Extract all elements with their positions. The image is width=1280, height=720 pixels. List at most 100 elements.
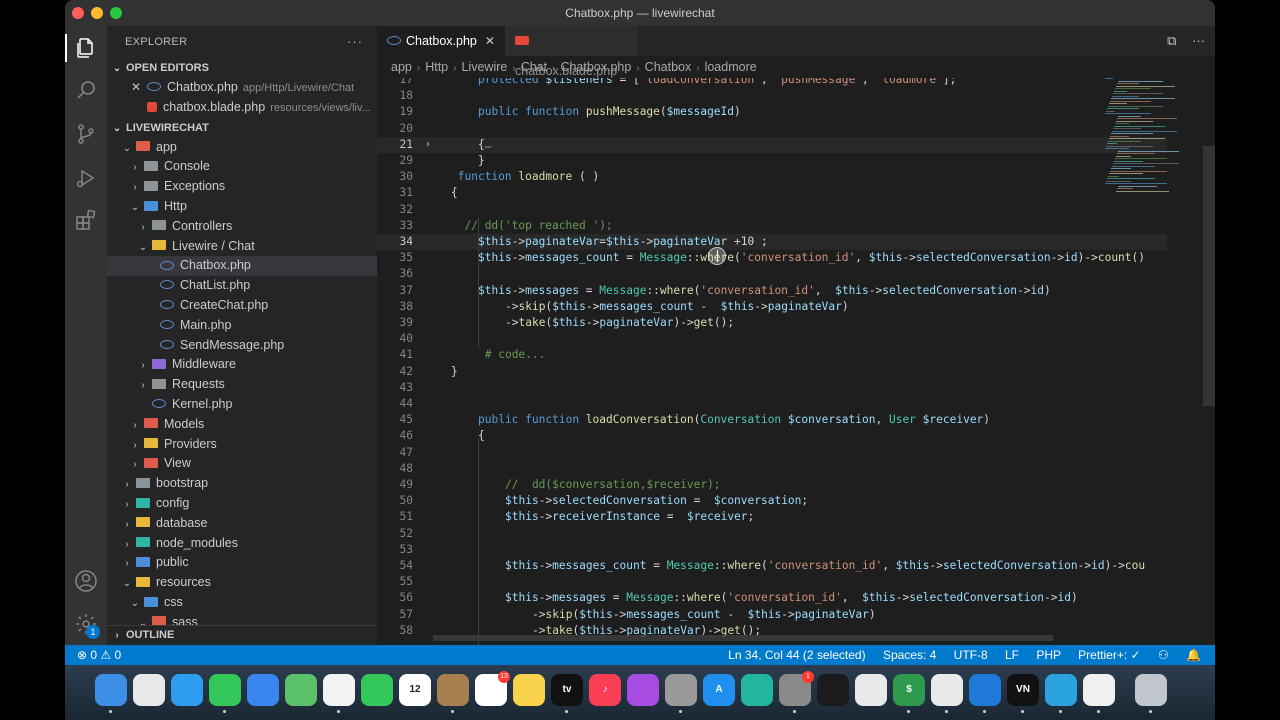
system-settings-icon[interactable]: 1 [779, 671, 814, 706]
minimap[interactable] [1105, 78, 1201, 198]
code-line[interactable]: 20 [377, 121, 1167, 137]
calendar-icon[interactable]: 12 [399, 674, 431, 706]
tree-item[interactable]: › bootstrap [107, 474, 377, 494]
cursor-position[interactable]: Ln 34, Col 44 (2 selected) [728, 648, 865, 662]
code-line[interactable]: 46 { [377, 428, 1167, 444]
tree-item[interactable]: ⌄ css [107, 593, 377, 613]
code-line[interactable]: 42} [377, 364, 1167, 380]
open-editor-item[interactable]: ✕ Chatbox.php app/Http/Livewire/Chat [107, 78, 377, 98]
code-line[interactable]: 36 [377, 266, 1167, 282]
tree-item[interactable]: ChatList.php [107, 276, 377, 296]
trash-icon[interactable] [1135, 674, 1167, 706]
outline-section[interactable]: › OUTLINE [107, 625, 377, 645]
preview-icon[interactable] [1083, 674, 1115, 706]
code-line[interactable]: 54 $this->messages_count = Message::where… [377, 558, 1167, 574]
code-line[interactable]: 44 [377, 396, 1167, 412]
launchpad-icon[interactable] [133, 674, 165, 706]
tree-item[interactable]: › config [107, 494, 377, 514]
tree-item[interactable]: › node_modules [107, 534, 377, 554]
tree-item[interactable]: ⌄ resources [107, 573, 377, 593]
fold-chevron-icon[interactable]: › [425, 137, 431, 153]
telegram-icon[interactable] [1045, 674, 1077, 706]
minimize-window-button[interactable] [91, 7, 103, 19]
tree-item[interactable]: › View [107, 454, 377, 474]
tree-item[interactable]: › Middleware [107, 355, 377, 375]
facetime-icon[interactable] [361, 674, 393, 706]
explorer-icon[interactable] [74, 36, 98, 60]
code-line[interactable]: 21 › {… [377, 136, 1167, 153]
code-line[interactable]: 30 function loadmore ( ) [377, 169, 1167, 185]
tree-item[interactable]: › Models [107, 415, 377, 435]
database-icon[interactable] [665, 674, 697, 706]
mail-icon[interactable] [247, 674, 279, 706]
tree-item[interactable]: › public [107, 553, 377, 573]
code-line[interactable]: 19 public function pushMessage($messageId… [377, 104, 1167, 120]
breadcrumb-item[interactable]: Chatbox [645, 60, 692, 74]
search-icon[interactable] [74, 78, 98, 102]
tree-item[interactable]: Main.php [107, 316, 377, 336]
encoding-status[interactable]: UTF-8 [954, 648, 988, 662]
eol-status[interactable]: LF [1005, 648, 1019, 662]
tab-chatbox-php[interactable]: Chatbox.php ✕ [377, 26, 505, 56]
tree-item[interactable]: ⌄ app [107, 138, 377, 158]
tree-item[interactable]: SendMessage.php [107, 336, 377, 356]
code-line[interactable]: 55 [377, 574, 1167, 590]
code-line[interactable]: 35 $this->messages_count = Message::where… [377, 250, 1167, 266]
tab-chatbox-blade-php[interactable]: chatbox.blade.php [505, 26, 637, 78]
code-line[interactable]: 32 [377, 202, 1167, 218]
code-line[interactable]: 47 [377, 445, 1167, 461]
feedback-icon[interactable]: ⚇ [1158, 648, 1169, 662]
notifications-bell-icon[interactable]: 🔔 [1186, 648, 1201, 662]
maps-icon[interactable] [285, 674, 317, 706]
vertical-scrollbar[interactable] [1203, 146, 1215, 406]
source-control-icon[interactable] [74, 122, 98, 146]
podcasts-icon[interactable] [627, 674, 659, 706]
tree-item[interactable]: › database [107, 514, 377, 534]
prettier-status[interactable]: Prettier+: ✓ [1078, 648, 1140, 662]
tree-item[interactable]: › Controllers [107, 217, 377, 237]
breadcrumb-item[interactable]: loadmore [705, 60, 757, 74]
open-editors-section[interactable]: ⌄ OPEN EDITORS [107, 58, 377, 78]
code-line[interactable]: 41 # code... [377, 347, 1167, 363]
code-line[interactable]: 37 $this->messages = Message::where('conv… [377, 283, 1167, 299]
horizontal-scrollbar[interactable] [433, 635, 1053, 641]
indentation-status[interactable]: Spaces: 4 [883, 648, 936, 662]
music-icon[interactable]: ♪ [589, 674, 621, 706]
breadcrumb-item[interactable]: Chatbox.php [560, 60, 631, 74]
finder-icon[interactable] [95, 674, 127, 706]
reminders-icon[interactable]: 13 [475, 671, 510, 706]
code-line[interactable]: 33 // dd('top reached '); [377, 218, 1167, 234]
code-line[interactable]: 52 [377, 526, 1167, 542]
code-line[interactable]: 48 [377, 461, 1167, 477]
explorer-more-button[interactable]: ··· [347, 26, 363, 58]
code-line[interactable]: 56 $this->messages = Message::where('conv… [377, 590, 1167, 606]
tree-item[interactable]: Chatbox.php [107, 256, 377, 277]
breadcrumb-item[interactable]: Http [425, 60, 448, 74]
code-line[interactable]: 40 [377, 331, 1167, 347]
tree-item[interactable]: › Providers [107, 435, 377, 455]
photos-icon[interactable] [323, 674, 355, 706]
close-window-button[interactable] [72, 7, 84, 19]
tree-item[interactable]: ⌄ Http [107, 197, 377, 217]
tree-item[interactable]: › Exceptions [107, 177, 377, 197]
code-line[interactable]: 50 $this->selectedConversation = $convers… [377, 493, 1167, 509]
more-actions-button[interactable]: ··· [1192, 33, 1205, 48]
vscode-icon[interactable] [969, 674, 1001, 706]
close-editor-icon[interactable]: ✕ [129, 78, 143, 98]
money-icon[interactable]: $ [893, 674, 925, 706]
vn-icon[interactable]: VN [1007, 674, 1039, 706]
chrome-icon[interactable] [931, 674, 963, 706]
tab-close-icon[interactable]: ✕ [485, 34, 495, 48]
code-line[interactable]: 31 { [377, 185, 1167, 201]
code-line[interactable]: 45 public function loadConversation(Conve… [377, 412, 1167, 428]
account-icon[interactable] [74, 569, 98, 593]
project-section[interactable]: ⌄ LIVEWIRECHAT [107, 118, 377, 138]
safari-icon[interactable] [171, 674, 203, 706]
code-line[interactable]: 38 ->skip($this->messages_count - $this->… [377, 299, 1167, 315]
tree-item[interactable]: Kernel.php [107, 395, 377, 415]
code-line[interactable]: 49 // dd($conversation,$receiver); [377, 477, 1167, 493]
code-line[interactable]: 39 ->take($this->paginateVar)->get(); [377, 315, 1167, 331]
quicktime-icon[interactable] [855, 674, 887, 706]
app-store-icon[interactable]: A [703, 674, 735, 706]
tv-icon[interactable]: tv [551, 674, 583, 706]
